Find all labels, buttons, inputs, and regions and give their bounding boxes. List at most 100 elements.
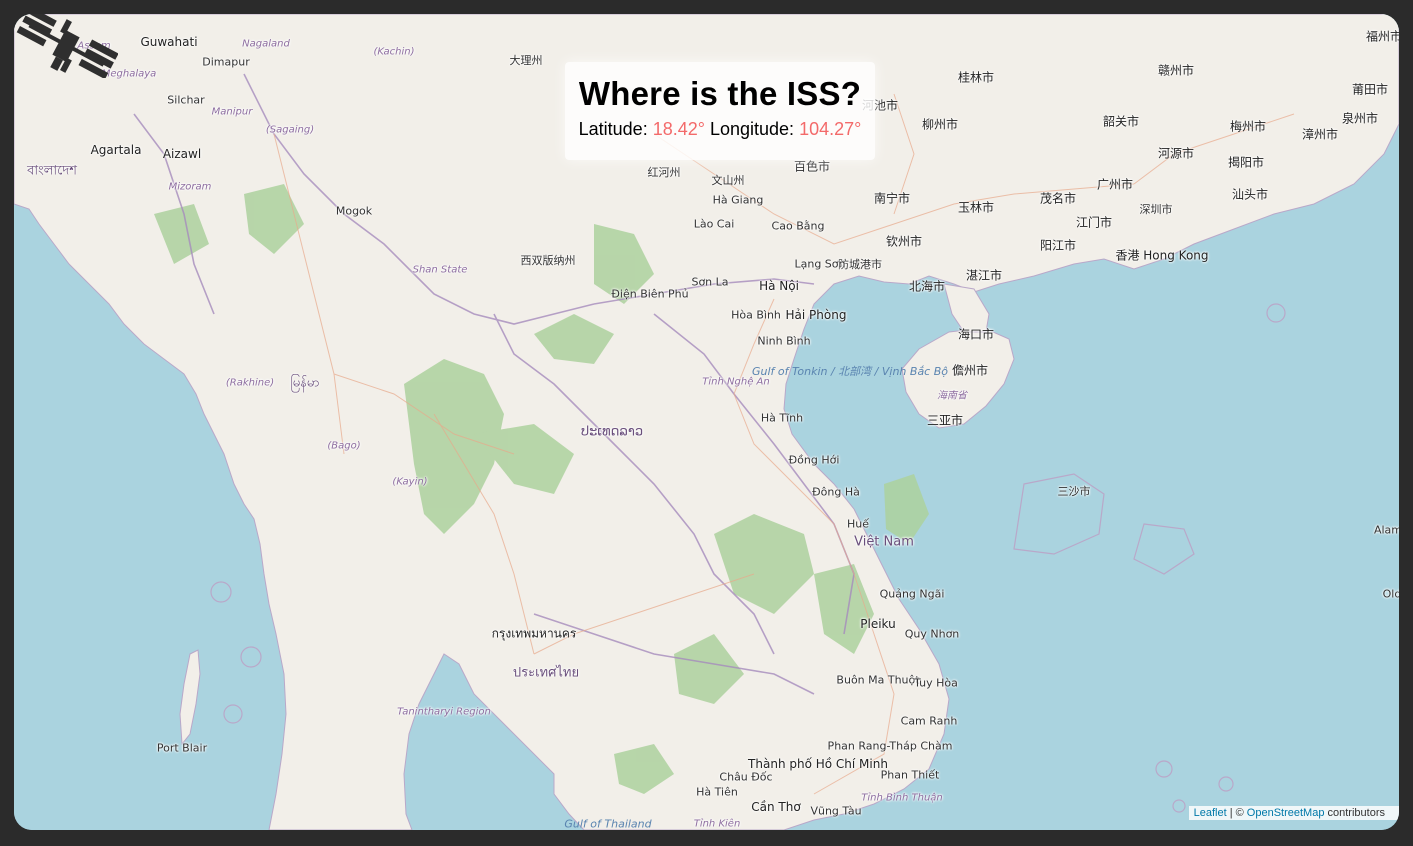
label-donghoi: Đồng Hới — [788, 453, 840, 467]
label-hoabinh: Hòa Bình — [731, 308, 781, 322]
longitude-value: 104.27° — [799, 119, 862, 139]
label-laos: ປະເທດລາວ — [580, 424, 644, 440]
label-shaoguan: 韶关市 — [1102, 114, 1140, 129]
label-cantho: Cần Thơ — [751, 800, 801, 814]
label-guilin: 桂林市 — [957, 70, 995, 85]
latitude-value: 18.42° — [652, 119, 705, 139]
label-baise: 百色市 — [793, 159, 831, 174]
label-dongha: Đông Hà — [812, 485, 860, 499]
iss-info-panel: Where is the ISS? Latitude: 18.42° Longi… — [565, 62, 875, 160]
label-haiphong: Hải Phòng — [785, 308, 847, 322]
label-aizawl: Aizawl — [162, 147, 202, 161]
label-jiangmen: 江门市 — [1075, 215, 1113, 230]
label-gulf-thailand: Gulf of Thailand — [564, 817, 652, 831]
label-quynhon: Quy Nhơn — [904, 627, 960, 641]
label-buonmathuot: Buôn Ma Thuột — [836, 673, 920, 687]
attribution-suffix: contributors — [1327, 807, 1385, 819]
label-guwahati: Guwahati — [140, 35, 198, 49]
coordinates-readout: Latitude: 18.42° Longitude: 104.27° — [565, 119, 875, 140]
label-phanthiet: Phan Thiết — [880, 768, 940, 782]
label-alam: Alam — [1373, 523, 1399, 537]
map-container[interactable]: Guwahati Assam Meghalaya Nagaland Dimapu… — [14, 14, 1399, 830]
label-bangladesh: বাংলাদেশ — [27, 163, 77, 179]
latitude-label: Latitude: — [578, 119, 648, 139]
label-caobang: Cao Bằng — [771, 219, 825, 233]
label-dali: 大理州 — [509, 54, 543, 67]
label-kachin: (Kachin) — [373, 46, 415, 58]
label-hanoi: Hà Nội — [759, 279, 799, 293]
label-maoming: 茂名市 — [1039, 191, 1077, 206]
label-ninhbinh: Ninh Bình — [757, 334, 811, 348]
label-guangzhou: 广州市 — [1096, 177, 1134, 192]
label-hue: Huế — [846, 517, 870, 531]
label-vietnam: Việt Nam — [854, 534, 914, 550]
label-manipur: Manipur — [211, 106, 253, 118]
leaflet-link[interactable]: Leaflet — [1194, 807, 1227, 819]
label-sansha: 三沙市 — [1057, 485, 1091, 498]
label-honghe: 红河州 — [647, 166, 681, 179]
label-hong-kong: 香港 Hong Kong — [1115, 248, 1209, 263]
label-bangkok: กรุงเทพมหานคร — [491, 626, 577, 641]
label-beihai: 北海市 — [908, 279, 946, 294]
label-putian: 莆田市 — [1351, 82, 1389, 97]
attribution-separator: | © — [1229, 807, 1244, 819]
label-gulf-tonkin: Gulf of Tonkin / 北部湾 / Vịnh Bắc Bộ — [751, 365, 949, 378]
label-sagaing: (Sagaing) — [265, 124, 315, 136]
label-shan-state: Shan State — [412, 264, 468, 276]
label-zhangzhou: 漳州市 — [1301, 127, 1339, 142]
label-hatinh: Hà Tĩnh — [760, 411, 804, 425]
label-mizoram: Mizoram — [168, 181, 212, 193]
label-nanning: 南宁市 — [873, 191, 911, 206]
label-quanzhou: 泉州市 — [1341, 111, 1379, 126]
label-bago: (Bago) — [327, 440, 361, 452]
label-jieyang: 揭阳市 — [1227, 155, 1265, 170]
label-yangjiang: 阳江市 — [1039, 238, 1077, 253]
label-dienbienphu: Điện Biên Phủ — [611, 287, 689, 301]
label-qinzhou: 钦州市 — [885, 234, 923, 249]
map-attribution: Leaflet | © OpenStreetMap contributors — [1188, 806, 1399, 820]
label-sonla: Sơn La — [691, 275, 729, 289]
label-tinhkien: Tỉnh Kiên — [693, 818, 741, 830]
label-haikou: 海口市 — [957, 327, 995, 342]
label-silchar: Silchar — [167, 93, 205, 107]
label-quangngai: Quảng Ngãi — [879, 587, 945, 601]
page-title: Where is the ISS? — [578, 75, 862, 112]
label-wenshan: 文山州 — [711, 174, 745, 187]
label-vungtau: Vũng Tàu — [810, 804, 862, 818]
label-danzhou: 儋州市 — [951, 363, 989, 378]
label-port-blair: Port Blair — [156, 741, 208, 755]
openstreetmap-link[interactable]: OpenStreetMap — [1247, 807, 1325, 819]
label-agartala: Agartala — [90, 143, 142, 157]
label-camranh: Cam Ranh — [900, 714, 958, 728]
label-kayin: (Kayin) — [392, 476, 428, 488]
label-hainan: 海南省 — [937, 390, 967, 402]
iss-satellite-icon[interactable] — [14, 14, 118, 78]
label-chaudoc: Châu Đốc — [719, 770, 773, 784]
label-hcmc: Thành phố Hồ Chí Minh — [748, 757, 888, 771]
label-phanrang: Phan Rang-Tháp Chàm — [827, 739, 953, 753]
label-heyuan: 河源市 — [1157, 146, 1195, 161]
label-langson: Lạng Sơn — [794, 257, 846, 271]
label-old: Old — [1382, 587, 1399, 601]
label-mogok: Mogok — [335, 204, 373, 218]
label-nagaland: Nagaland — [242, 38, 290, 50]
label-myanmar: မြန်မာ — [290, 375, 320, 391]
label-thailand: ประเทศไทย — [512, 665, 580, 681]
label-hatien: Hà Tiên — [696, 785, 738, 799]
label-dimapur: Dimapur — [202, 55, 250, 69]
label-shantou: 汕头市 — [1231, 187, 1269, 202]
label-tuyhoa: Tuy Hòa — [914, 676, 958, 690]
label-rakhine: (Rakhine) — [225, 377, 275, 389]
longitude-label: Longitude: — [709, 119, 795, 139]
label-tinhbinhthuan: Tỉnh Bình Thuận — [861, 792, 943, 804]
label-tanintharyi: Tanintharyi Region — [397, 706, 491, 718]
label-ganzhou: 赣州市 — [1157, 63, 1195, 78]
label-yulin: 玉林市 — [957, 200, 995, 215]
label-pleiku: Pleiku — [860, 617, 896, 631]
label-sanya: 三亚市 — [926, 413, 964, 428]
label-xishuangbanna: 西双版纳州 — [520, 254, 576, 267]
label-zhanjiang: 湛江市 — [965, 268, 1003, 283]
label-laocai: Lào Cai — [693, 217, 735, 231]
label-fuzhou: 福州市 — [1365, 29, 1399, 44]
label-meizhou: 梅州市 — [1229, 119, 1267, 134]
